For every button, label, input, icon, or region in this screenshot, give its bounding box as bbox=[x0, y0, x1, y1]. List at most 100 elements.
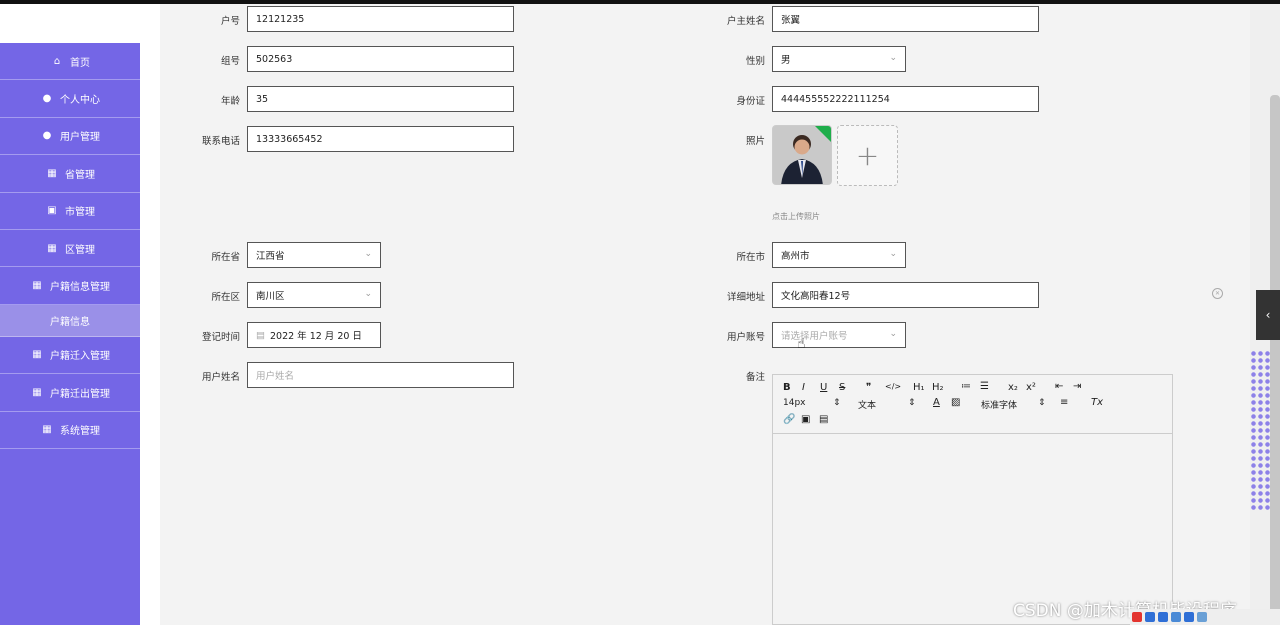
bullet-list-button[interactable]: ☰ bbox=[980, 381, 989, 392]
huhao-input[interactable]: 12121235 bbox=[247, 6, 514, 32]
underline-button[interactable]: U bbox=[820, 382, 827, 393]
phone-input[interactable]: 13333665452 bbox=[247, 126, 514, 152]
account-select[interactable]: 请选择用户账号 ⌄ bbox=[772, 322, 906, 348]
sidebar-item-label: 用户管理 bbox=[60, 132, 100, 144]
huzhu-input[interactable]: 张翼 bbox=[772, 6, 1039, 32]
ordered-list-button[interactable]: ≔ bbox=[961, 381, 971, 392]
outdent-button[interactable]: ⇤ bbox=[1055, 381, 1063, 392]
huhao-label: 户号 bbox=[220, 16, 240, 27]
editor-toolbar: B I U S ❞ </> H₁ H₂ ≔ ☰ x₂ x² ⇤ ⇥ 14px ⇕… bbox=[773, 375, 1172, 434]
quote-button[interactable]: ❞ bbox=[866, 382, 871, 393]
register-date-label: 登记时间 bbox=[201, 332, 240, 343]
age-input[interactable]: 35 bbox=[247, 86, 514, 112]
remark-label: 备注 bbox=[745, 372, 765, 383]
chevron-updown-icon[interactable]: ⇕ bbox=[1038, 398, 1046, 408]
sidebar-item-label: 首页 bbox=[70, 57, 90, 69]
subscript-button[interactable]: x₂ bbox=[1008, 382, 1018, 393]
account-placeholder: 请选择用户账号 bbox=[781, 331, 848, 342]
sidebar-item-home[interactable]: ⌂ 首页 bbox=[0, 43, 140, 81]
bold-button[interactable]: B bbox=[783, 382, 791, 393]
sidebar-item-users[interactable]: ● 用户管理 bbox=[0, 118, 140, 156]
chevron-down-icon: ⌄ bbox=[889, 53, 897, 63]
city-label: 所在市 bbox=[736, 252, 765, 263]
h2-button[interactable]: H₂ bbox=[932, 382, 944, 393]
district-label: 所在区 bbox=[211, 292, 240, 303]
sidebar-item-label: 户籍迁出管理 bbox=[50, 388, 110, 400]
sidebar-item-label: 省管理 bbox=[65, 169, 95, 181]
sidebar-item-household-manage[interactable]: ▦ 户籍信息管理 bbox=[0, 267, 140, 305]
clear-icon[interactable]: ✕ bbox=[1212, 288, 1223, 299]
italic-button[interactable]: I bbox=[802, 382, 805, 393]
sidebar-item-label: 户籍信息管理 bbox=[50, 282, 110, 294]
chevron-updown-icon[interactable]: ⇕ bbox=[833, 398, 841, 408]
strike-button[interactable]: S bbox=[839, 382, 845, 393]
grid-icon: ▦ bbox=[47, 167, 57, 179]
register-date-picker[interactable]: ▤ 2022 年 12 月 20 日 bbox=[247, 322, 381, 348]
clear-format-button[interactable]: Tx bbox=[1091, 397, 1103, 408]
sidebar-item-label: 户籍迁入管理 bbox=[50, 351, 110, 363]
account-label: 用户账号 bbox=[726, 332, 765, 343]
sidebar-item-district[interactable]: ▦ 区管理 bbox=[0, 230, 140, 268]
huzhu-label: 户主姓名 bbox=[726, 16, 765, 27]
photo-thumbnail[interactable] bbox=[772, 125, 832, 185]
chevron-down-icon: ⌄ bbox=[889, 329, 897, 339]
province-select[interactable]: 江西省 ⌄ bbox=[247, 242, 381, 268]
home-icon: ⌂ bbox=[53, 55, 61, 67]
format-select[interactable]: 文本 bbox=[858, 398, 876, 411]
sidebar-subitem-household-info[interactable]: 户籍信息 bbox=[0, 304, 140, 337]
id-card-input[interactable]: 444455552222111254 bbox=[772, 86, 1039, 112]
h1-button[interactable]: H₁ bbox=[913, 382, 925, 393]
video-icon[interactable]: ▤ bbox=[819, 414, 828, 425]
indent-button[interactable]: ⇥ bbox=[1073, 381, 1081, 392]
photo-upload-button[interactable]: + bbox=[837, 125, 898, 186]
code-button[interactable]: </> bbox=[885, 382, 901, 391]
sidebar-item-move-in[interactable]: ▦ 户籍迁入管理 bbox=[0, 337, 140, 375]
scrollbar[interactable] bbox=[1270, 95, 1280, 615]
city-select[interactable]: 高州市 ⌄ bbox=[772, 242, 906, 268]
image-icon[interactable]: ▣ bbox=[801, 414, 810, 425]
align-icon[interactable]: ≡ bbox=[1060, 397, 1068, 408]
gender-value: 男 bbox=[781, 55, 791, 66]
grid-icon: ▦ bbox=[42, 424, 52, 436]
tray-icon bbox=[1184, 612, 1194, 622]
user-icon: ● bbox=[42, 93, 52, 105]
sidebar-item-label: 区管理 bbox=[65, 244, 95, 256]
sidebar-item-label: 市管理 bbox=[65, 207, 95, 219]
gender-select[interactable]: 男 ⌄ bbox=[772, 46, 906, 72]
sidebar-item-personal[interactable]: ● 个人中心 bbox=[0, 80, 140, 118]
sidebar-item-province[interactable]: ▦ 省管理 bbox=[0, 155, 140, 193]
collapse-tab[interactable]: ‹ bbox=[1256, 290, 1280, 340]
table-icon: ▦ bbox=[32, 280, 42, 292]
clipboard-icon: ▣ bbox=[47, 205, 57, 217]
district-select[interactable]: 南川区 ⌄ bbox=[247, 282, 381, 308]
remark-editor[interactable]: B I U S ❞ </> H₁ H₂ ≔ ☰ x₂ x² ⇤ ⇥ 14px ⇕… bbox=[772, 374, 1173, 625]
sidebar-item-move-out[interactable]: ▦ 户籍迁出管理 bbox=[0, 374, 140, 412]
address-input[interactable]: 文化高阳春12号 bbox=[772, 282, 1039, 308]
background-color-icon[interactable]: ▨ bbox=[951, 397, 960, 408]
username-input[interactable]: 用户姓名 bbox=[247, 362, 514, 388]
zuhao-input[interactable]: 502563 bbox=[247, 46, 514, 72]
superscript-button[interactable]: x² bbox=[1026, 382, 1036, 393]
chevron-down-icon: ⌄ bbox=[889, 249, 897, 259]
city-value: 高州市 bbox=[781, 251, 810, 262]
tray-icon bbox=[1197, 612, 1207, 622]
zuhao-label: 组号 bbox=[220, 56, 240, 67]
decorative-dots bbox=[1250, 350, 1270, 510]
text-color-icon[interactable]: A bbox=[933, 397, 940, 408]
font-size-select[interactable]: 14px bbox=[783, 398, 806, 408]
photo-upload-hint: 点击上传照片 bbox=[772, 212, 820, 221]
tray-icon bbox=[1145, 612, 1155, 622]
sidebar-item-system[interactable]: ▦ 系统管理 bbox=[0, 412, 140, 449]
district-value: 南川区 bbox=[256, 291, 285, 302]
sidebar-item-label: 系统管理 bbox=[60, 426, 100, 438]
chevron-updown-icon[interactable]: ⇕ bbox=[908, 398, 916, 408]
phone-label: 联系电话 bbox=[201, 136, 240, 147]
font-family-select[interactable]: 标准字体 bbox=[981, 398, 1017, 411]
province-label: 所在省 bbox=[211, 252, 240, 263]
mouse-cursor-icon: ☝ bbox=[797, 336, 806, 352]
link-icon[interactable]: 🔗 bbox=[783, 414, 795, 425]
person-photo-icon bbox=[773, 126, 831, 184]
gender-label: 性别 bbox=[745, 56, 765, 67]
chevron-down-icon: ⌄ bbox=[364, 289, 372, 299]
sidebar-item-city[interactable]: ▣ 市管理 bbox=[0, 193, 140, 230]
